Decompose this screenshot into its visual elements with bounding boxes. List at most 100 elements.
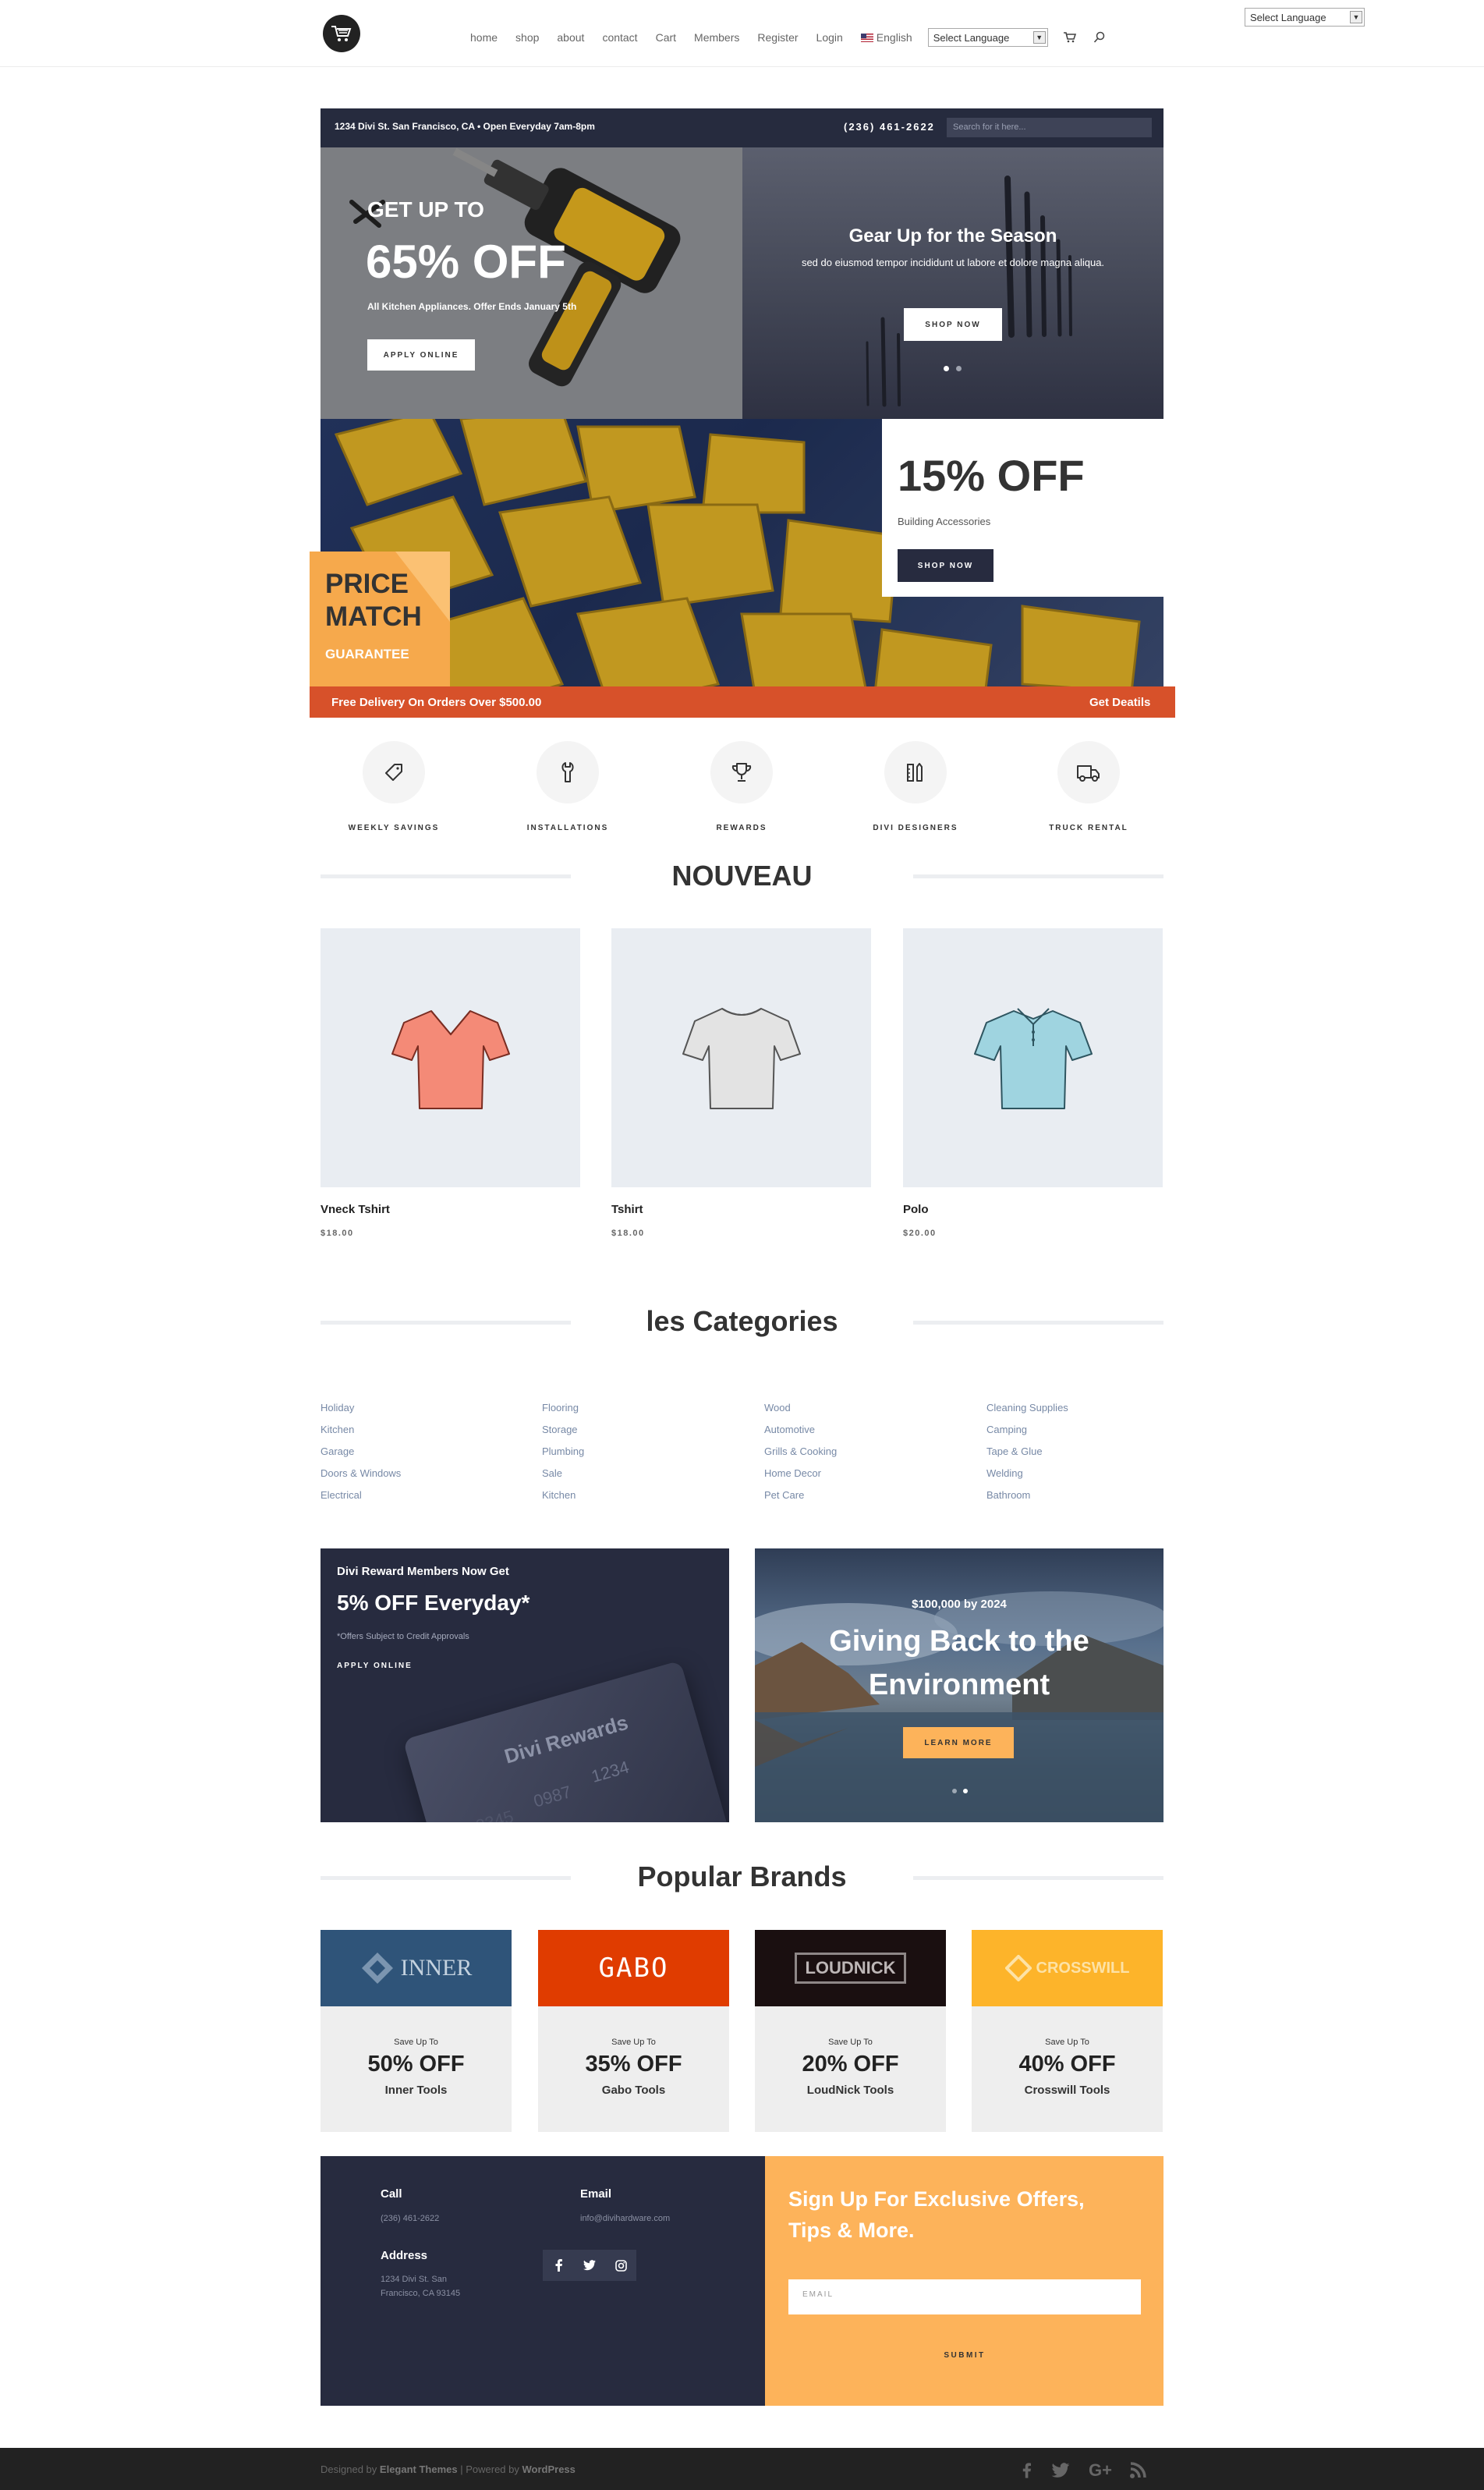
brand-save-label: Save Up To <box>1045 2038 1089 2047</box>
truck-icon <box>1077 765 1100 782</box>
email-label: Email <box>580 2187 612 2201</box>
nav-shop[interactable]: shop <box>515 31 539 44</box>
brand-discount: 40% OFF <box>1018 2052 1116 2077</box>
email-value[interactable]: info@divihardware.com <box>580 2214 670 2223</box>
category-link[interactable]: Cleaning Supplies <box>986 1397 1068 1419</box>
twitter-icon[interactable] <box>1051 2463 1070 2478</box>
twitter-icon[interactable] <box>574 2250 605 2281</box>
rss-icon[interactable] <box>1129 2462 1146 2479</box>
shop-now-button[interactable]: SHOP NOW <box>904 308 1002 341</box>
nav-register[interactable]: Register <box>757 31 798 44</box>
elegant-themes-link[interactable]: Elegant Themes <box>380 2463 458 2475</box>
category-link[interactable]: Tape & Glue <box>986 1441 1068 1463</box>
feature-divi-designers[interactable]: DIVI DESIGNERS <box>845 741 986 832</box>
environment-slider: $100,000 by 2024 Giving Back to the Envi… <box>755 1548 1163 1822</box>
store-logo[interactable] <box>323 15 360 52</box>
crosswill-diamond-icon <box>1004 1955 1032 1981</box>
brand-card[interactable]: CROSSWILL Save Up To 40% OFF Crosswill T… <box>972 1930 1163 2132</box>
trophy-icon <box>731 763 752 782</box>
brand-card[interactable]: GABO Save Up To 35% OFF Gabo Tools <box>538 1930 729 2132</box>
product-name[interactable]: Polo <box>903 1203 1163 1216</box>
feature-truck-rental[interactable]: TRUCK RENTAL <box>1018 741 1159 832</box>
nav-members[interactable]: Members <box>694 31 739 44</box>
category-link[interactable]: Electrical <box>321 1484 401 1506</box>
brand-logo-text: INNER <box>400 1955 473 1981</box>
top-language-select[interactable]: Select Language ▼ <box>1245 8 1365 27</box>
product-image[interactable] <box>611 928 871 1187</box>
categories-title: les Categories <box>646 1305 838 1337</box>
category-link[interactable]: Garage <box>321 1441 401 1463</box>
feature-label: DIVI DESIGNERS <box>873 824 958 832</box>
category-column: Holiday Kitchen Garage Doors & Windows E… <box>321 1397 401 1506</box>
product-name[interactable]: Tshirt <box>611 1203 871 1216</box>
topbar-search-input[interactable]: Search for it here... <box>947 118 1152 137</box>
category-link[interactable]: Home Decor <box>764 1463 837 1484</box>
delivery-details-link[interactable]: Get Deatils <box>1089 696 1150 709</box>
feature-rewards[interactable]: REWARDS <box>671 741 812 832</box>
category-link[interactable]: Pet Care <box>764 1484 837 1506</box>
slider-dot-active[interactable] <box>944 366 949 371</box>
category-link[interactable]: Welding <box>986 1463 1068 1484</box>
brand-card[interactable]: LOUDNICK Save Up To 20% OFF LoudNick Too… <box>755 1930 946 2132</box>
product-card[interactable]: Polo $20.00 <box>903 928 1163 1238</box>
submit-button[interactable]: SUBMIT <box>788 2343 1141 2367</box>
category-link[interactable]: Flooring <box>542 1397 584 1419</box>
google-plus-icon[interactable]: G+ <box>1089 2460 1112 2481</box>
category-link[interactable]: Kitchen <box>542 1484 584 1506</box>
nav-home[interactable]: home <box>470 31 498 44</box>
product-card[interactable]: Tshirt $18.00 <box>611 928 871 1238</box>
rewards-apply-button[interactable]: APPLY ONLINE <box>337 1662 413 1670</box>
inner-diamond-icon <box>361 1953 393 1984</box>
category-link[interactable]: Kitchen <box>321 1419 401 1441</box>
slider-dot-active[interactable] <box>963 1789 968 1793</box>
apply-online-button[interactable]: APPLY ONLINE <box>367 339 475 371</box>
category-link[interactable]: Plumbing <box>542 1441 584 1463</box>
category-link[interactable]: Doors & Windows <box>321 1463 401 1484</box>
vneck-tshirt-image <box>391 1010 510 1109</box>
card-digits: 0987 <box>531 1782 574 1811</box>
category-link[interactable]: Camping <box>986 1419 1068 1441</box>
hero-left-headline: 65% OFF <box>366 236 566 288</box>
signup-email-input[interactable]: EMAIL <box>788 2279 1141 2314</box>
feature-installations[interactable]: INSTALLATIONS <box>498 741 638 832</box>
instagram-icon[interactable] <box>605 2250 636 2281</box>
category-link[interactable]: Wood <box>764 1397 837 1419</box>
nav-about[interactable]: about <box>557 31 584 44</box>
category-link[interactable]: Bathroom <box>986 1484 1068 1506</box>
category-link[interactable]: Automotive <box>764 1419 837 1441</box>
product-card[interactable]: Vneck Tshirt $18.00 <box>321 928 580 1238</box>
brand-logo: GABO <box>538 1930 729 2006</box>
category-link[interactable]: Grills & Cooking <box>764 1441 837 1463</box>
feature-weekly-savings[interactable]: WEEKLY SAVINGS <box>324 741 464 832</box>
nav-login[interactable]: Login <box>816 31 843 44</box>
footer-social: G+ <box>1022 2460 1146 2481</box>
search-icon[interactable] <box>1093 31 1106 44</box>
offer-shop-now-button[interactable]: SHOP NOW <box>898 549 993 582</box>
cart-icon[interactable] <box>1063 32 1076 43</box>
nav-cart[interactable]: Cart <box>656 31 676 44</box>
wordpress-link[interactable]: WordPress <box>522 2463 576 2475</box>
slider-dot[interactable] <box>956 366 962 371</box>
call-value[interactable]: (236) 461-2622 <box>381 2214 439 2223</box>
site-footer: Designed by Elegant Themes | Powered by … <box>0 2448 1484 2490</box>
product-image[interactable] <box>903 928 1163 1187</box>
footer-designed-by: Designed by <box>321 2463 377 2475</box>
store-phone[interactable]: (236) 461-2622 <box>844 121 935 133</box>
nav-language[interactable]: English <box>860 31 912 44</box>
brand-card[interactable]: INNER Save Up To 50% OFF Inner Tools <box>321 1930 512 2132</box>
nav-contact[interactable]: contact <box>602 31 637 44</box>
product-image[interactable] <box>321 928 580 1187</box>
category-link[interactable]: Storage <box>542 1419 584 1441</box>
learn-more-button[interactable]: LEARN MORE <box>903 1727 1014 1758</box>
slider-dot[interactable] <box>952 1789 957 1793</box>
rewards-headline: 5% OFF Everyday* <box>337 1591 530 1615</box>
product-name[interactable]: Vneck Tshirt <box>321 1203 580 1216</box>
category-link[interactable]: Holiday <box>321 1397 401 1419</box>
store-address: 1234 Divi St. San Francisco, CA • Open E… <box>335 121 595 132</box>
facebook-icon[interactable] <box>543 2250 574 2281</box>
product-price: $18.00 <box>321 1229 354 1238</box>
category-link[interactable]: Sale <box>542 1463 584 1484</box>
language-select[interactable]: Select Language ▼ <box>927 28 1048 47</box>
address-label: Address <box>381 2249 428 2262</box>
facebook-icon[interactable] <box>1022 2462 1031 2479</box>
